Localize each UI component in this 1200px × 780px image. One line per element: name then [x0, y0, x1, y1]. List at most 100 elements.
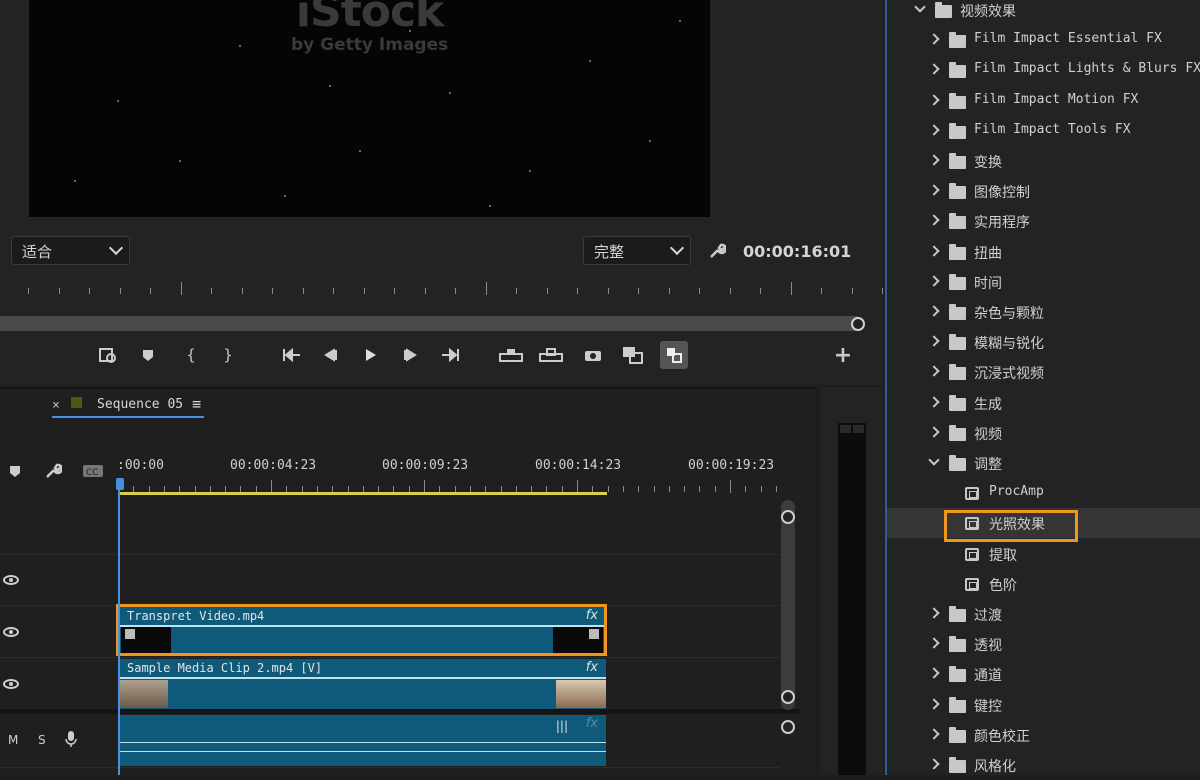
tree-effect-0[interactable]: ProcAmp [887, 478, 1200, 508]
playback-quality-select[interactable]: 完整 [583, 236, 691, 265]
tree-folder-10[interactable]: 模糊与锐化 [887, 327, 1200, 357]
tree-folder-2[interactable]: Film Impact Motion FX [887, 86, 1200, 116]
tree-folder-after-2[interactable]: 通道 [887, 659, 1200, 689]
chevron-right-icon[interactable] [928, 214, 940, 226]
vertical-scrollbar[interactable] [781, 500, 795, 710]
chevron-right-icon[interactable] [928, 63, 940, 75]
chevron-right-icon[interactable] [928, 94, 940, 106]
tree-folder-8[interactable]: 时间 [887, 267, 1200, 297]
tree-folder-11[interactable]: 沉浸式视频 [887, 357, 1200, 387]
tree-folder-5[interactable]: 图像控制 [887, 176, 1200, 206]
playhead-handle[interactable] [116, 478, 124, 490]
fx-badge-icon: fx [585, 660, 598, 675]
chevron-right-icon[interactable] [928, 728, 940, 740]
tree-folder-after-0[interactable]: 过渡 [887, 599, 1200, 629]
close-icon[interactable]: × [52, 398, 60, 413]
comparison-toggle-icon[interactable] [660, 341, 688, 369]
playhead-line[interactable] [118, 480, 120, 775]
program-monitor: iStock by Getty Images 适合 完整 00:00:16:01… [0, 0, 884, 385]
tree-item-label: 沉浸式视频 [974, 366, 1044, 382]
ruler-tick [333, 288, 334, 294]
mute-toggle[interactable]: M [8, 733, 18, 747]
panel-menu-icon[interactable]: ≡ [192, 395, 201, 413]
chevron-right-icon[interactable] [928, 365, 940, 377]
folder-icon [949, 395, 966, 411]
chevron-down-icon [108, 240, 124, 256]
clip-audio[interactable]: ||| fx [118, 715, 606, 766]
lift-icon[interactable] [498, 342, 524, 368]
add-marker-icon[interactable] [2, 458, 28, 484]
chevron-right-icon[interactable] [928, 396, 940, 408]
compare-view-icon[interactable] [620, 342, 646, 368]
timeline-settings-wrench-icon[interactable] [40, 458, 66, 484]
mark-in-icon[interactable]: { [178, 342, 204, 368]
marker-icon[interactable] [135, 342, 161, 368]
extract-icon[interactable] [538, 342, 564, 368]
monitor-time-ruler[interactable] [0, 280, 883, 300]
tab-sequence-05[interactable]: × Sequence 05 ≡ [52, 395, 204, 418]
mark-out-icon[interactable]: } [215, 342, 241, 368]
playhead-timecode[interactable]: 00:00:16:01 [743, 242, 851, 261]
tree-folder-video-effects[interactable]: 视频效果 [887, 0, 1200, 25]
chevron-down-icon[interactable] [914, 1, 926, 13]
go-to-in-icon[interactable] [278, 342, 304, 368]
tree-folder-after-4[interactable]: 颜色校正 [887, 720, 1200, 750]
chevron-right-icon[interactable] [928, 335, 940, 347]
eye-icon[interactable] [3, 627, 19, 637]
audio-scroll-handle[interactable] [781, 720, 795, 734]
tree-folder-after-5[interactable]: 风格化 [887, 750, 1200, 780]
tree-folder-after-1[interactable]: 透视 [887, 629, 1200, 659]
ruler-label-1: 00:00:04:23 [230, 458, 317, 473]
tree-folder-0[interactable]: Film Impact Essential FX [887, 25, 1200, 55]
tree-folder-9[interactable]: 杂色与颗粒 [887, 297, 1200, 327]
chevron-down-icon[interactable] [928, 454, 940, 466]
camera-icon[interactable] [580, 342, 606, 368]
tree-folder-12[interactable]: 生成 [887, 388, 1200, 418]
chevron-right-icon[interactable] [928, 698, 940, 710]
solo-toggle[interactable]: S [38, 733, 46, 747]
chevron-right-icon[interactable] [928, 667, 940, 679]
tree-folder-6[interactable]: 实用程序 [887, 206, 1200, 236]
wrench-icon[interactable] [704, 238, 730, 264]
tree-effect-2[interactable]: 提取 [887, 539, 1200, 569]
folder-icon [949, 62, 966, 78]
chevron-right-icon[interactable] [928, 33, 940, 45]
step-forward-icon[interactable] [397, 342, 423, 368]
step-back-icon[interactable] [318, 342, 344, 368]
tree-folder-after-3[interactable]: 键控 [887, 690, 1200, 720]
add-button-icon[interactable]: + [830, 342, 856, 368]
play-icon[interactable] [357, 342, 383, 368]
chevron-right-icon[interactable] [928, 607, 940, 619]
tree-folder-adjust[interactable]: 调整 [887, 448, 1200, 478]
tree-folder-1[interactable]: Film Impact Lights & Blurs FX [887, 55, 1200, 85]
chevron-right-icon[interactable] [928, 245, 940, 257]
chevron-right-icon[interactable] [928, 637, 940, 649]
work-area-bar[interactable] [118, 492, 607, 495]
export-frame-icon[interactable] [95, 342, 121, 368]
scroll-handle-top[interactable] [781, 510, 795, 524]
tree-folder-13[interactable]: 视频 [887, 418, 1200, 448]
tree-folder-4[interactable]: 变换 [887, 146, 1200, 176]
chevron-right-icon[interactable] [928, 275, 940, 287]
chevron-right-icon[interactable] [928, 124, 940, 136]
go-to-out-icon[interactable] [438, 342, 464, 368]
eye-icon[interactable] [3, 575, 19, 585]
chevron-right-icon[interactable] [928, 426, 940, 438]
scrub-handle[interactable] [851, 317, 865, 331]
chevron-right-icon[interactable] [928, 154, 940, 166]
chevron-right-icon[interactable] [928, 305, 940, 317]
folder-icon [935, 2, 952, 18]
scroll-handle-bottom[interactable] [781, 690, 795, 704]
clip-thumbnail-end [556, 680, 606, 708]
monitor-scrub-bar[interactable] [0, 316, 858, 331]
microphone-icon[interactable] [65, 730, 77, 752]
zoom-level-select[interactable]: 适合 [11, 236, 130, 265]
tree-folder-7[interactable]: 扭曲 [887, 237, 1200, 267]
clip-sample-media-2[interactable]: Sample Media Clip 2.mp4 [V] fx [118, 659, 606, 709]
chevron-right-icon[interactable] [928, 184, 940, 196]
captions-icon[interactable]: CC [80, 458, 106, 484]
chevron-right-icon[interactable] [928, 758, 940, 770]
tree-folder-3[interactable]: Film Impact Tools FX [887, 116, 1200, 146]
eye-icon[interactable] [3, 679, 19, 689]
tree-effect-3[interactable]: 色阶 [887, 569, 1200, 599]
